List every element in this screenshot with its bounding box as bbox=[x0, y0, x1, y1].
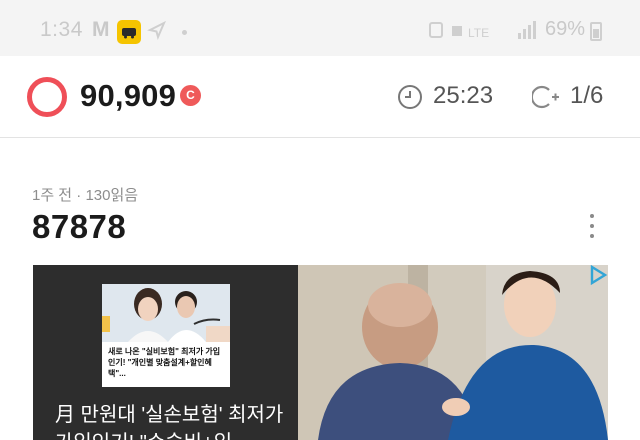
clock-icon bbox=[398, 85, 422, 109]
notification-dot-icon bbox=[182, 30, 187, 35]
more-options-icon[interactable] bbox=[588, 214, 596, 244]
navigation-icon bbox=[147, 20, 166, 40]
coin-icon: C bbox=[180, 85, 201, 106]
status-signal-icons: LTE bbox=[429, 21, 536, 40]
post-meta: 1주 전 · 130읽음 bbox=[32, 187, 139, 204]
reward-progress-count: 1/6 bbox=[570, 82, 604, 109]
battery-icon bbox=[590, 22, 602, 41]
ad-photo[interactable] bbox=[298, 265, 608, 440]
status-time: 1:34 bbox=[40, 18, 83, 41]
coin-plus-icon bbox=[532, 85, 559, 109]
thumbnail-photo bbox=[102, 284, 230, 342]
ad-headline[interactable]: 月 만원대 '실손보험' 최저가 가입인기! "수술비+입 bbox=[55, 401, 295, 440]
points-balance: 90,909 bbox=[80, 78, 177, 113]
status-bar: 1:34 M LTE 69% bbox=[0, 0, 640, 56]
thumbnail-caption: 새로 나온 "실비보험" 최저가 가입인기! "개인별 맞춤설계+할인혜택"..… bbox=[108, 347, 221, 378]
ad-text-panel[interactable]: 새로 나온 "실비보험" 최저가 가입인기! "개인별 맞춤설계+할인혜택"..… bbox=[33, 265, 298, 440]
reward-header: 90,909 C 25:23 1/6 bbox=[0, 56, 640, 138]
carrier-indicator: M bbox=[92, 18, 110, 41]
countdown-timer: 25:23 bbox=[433, 82, 494, 109]
post-title: 87878 bbox=[32, 208, 127, 245]
progress-ring-icon[interactable] bbox=[27, 77, 67, 117]
ad-banner[interactable]: 새로 나온 "실비보험" 최저가 가입인기! "개인별 맞춤설계+할인혜택"..… bbox=[33, 265, 608, 440]
battery-percent: 69% bbox=[545, 18, 586, 40]
kakao-bus-icon bbox=[117, 20, 141, 44]
ad-choices-icon[interactable] bbox=[588, 265, 608, 285]
svg-text:LTE: LTE bbox=[468, 26, 489, 40]
ad-thumbnail[interactable]: 새로 나온 "실비보험" 최저가 가입인기! "개인별 맞춤설계+할인혜택"..… bbox=[102, 284, 230, 387]
